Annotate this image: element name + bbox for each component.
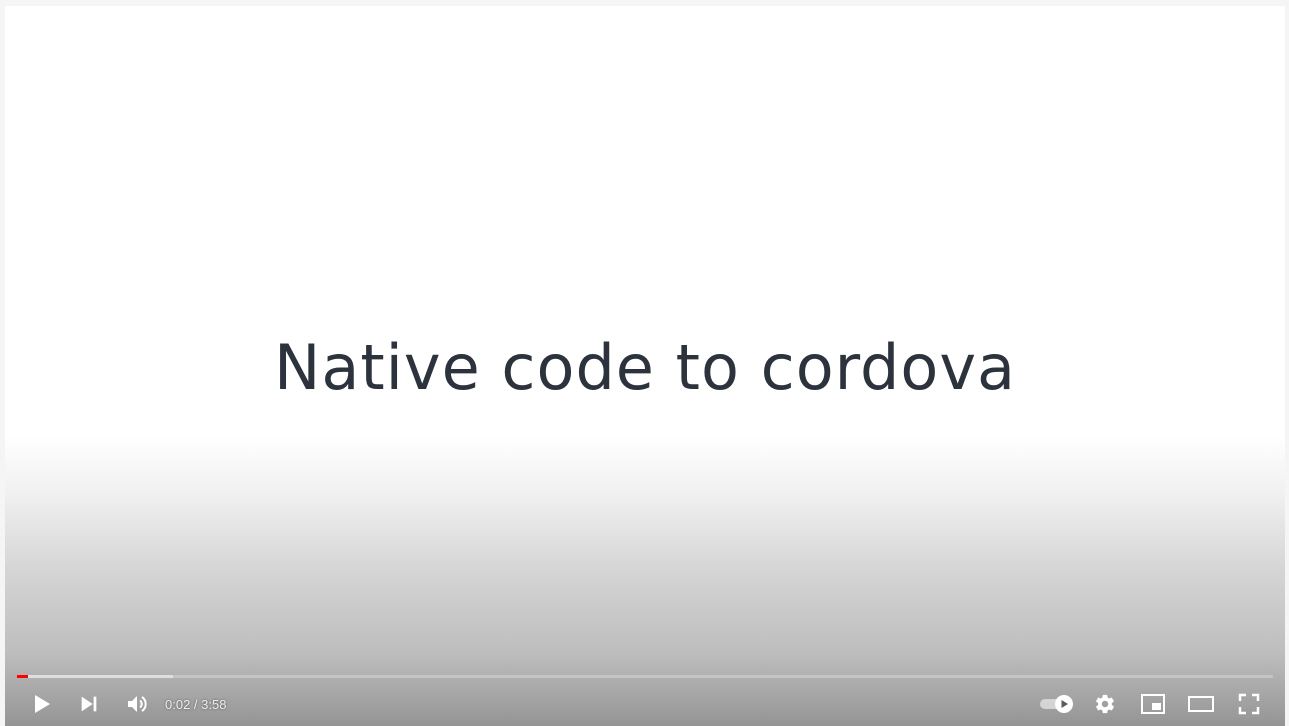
mute-button[interactable] <box>113 686 161 722</box>
progress-bar[interactable] <box>17 674 1273 679</box>
slide-title: Native code to cordova <box>273 331 1017 404</box>
settings-button[interactable] <box>1081 686 1129 722</box>
duration: 3:58 <box>201 696 227 712</box>
autoplay-toggle[interactable] <box>1033 686 1081 722</box>
progress-track <box>17 675 1273 678</box>
progress-buffered <box>17 675 173 678</box>
play-button[interactable] <box>17 686 65 722</box>
volume-icon <box>128 696 147 712</box>
play-icon <box>35 695 50 713</box>
theater-mode-button[interactable] <box>1177 686 1225 722</box>
next-icon <box>81 696 97 712</box>
current-time: 0:02 <box>165 696 191 712</box>
video-player[interactable]: Native code to cordova 0:02 / 3:58 <box>5 6 1285 726</box>
controls-gradient <box>5 436 1285 726</box>
fullscreen-icon <box>1238 693 1260 715</box>
time-separator: / <box>190 696 202 712</box>
miniplayer-icon <box>1141 694 1165 714</box>
gear-icon <box>1096 694 1114 714</box>
theater-mode-icon <box>1188 696 1214 712</box>
miniplayer-button[interactable] <box>1129 686 1177 722</box>
control-bar: 0:02 / 3:58 <box>17 686 1273 722</box>
progress-played <box>17 675 28 678</box>
time-display: 0:02 / 3:58 <box>165 697 226 712</box>
fullscreen-button[interactable] <box>1225 686 1273 722</box>
autoplay-toggle-icon <box>1040 695 1073 713</box>
next-button[interactable] <box>65 686 113 722</box>
